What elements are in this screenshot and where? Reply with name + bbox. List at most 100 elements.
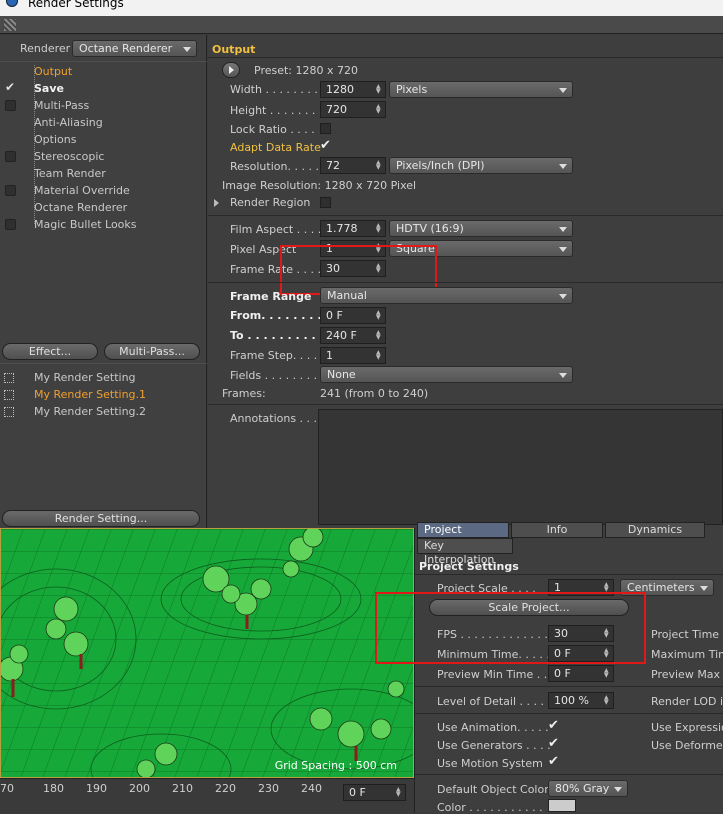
timeline-tick-label: 220 [215,782,236,795]
film-aspect-preset: HDTV (16:9) [396,222,464,235]
grip-handle-icon[interactable] [4,19,16,31]
tab-dynamics[interactable]: Dynamics [605,522,705,538]
effect-button[interactable]: Effect... [2,343,98,360]
render-setting-item[interactable]: My Render Setting [34,371,136,384]
timeline-tick-label: 70 [0,782,14,795]
tab-info[interactable]: Info [511,522,603,538]
spinner-icon[interactable]: ▲ ▼ [376,330,382,341]
height-label: Height . . . . . . . . [230,104,323,117]
film-aspect-field[interactable]: 1.778 ▲ ▼ [320,220,386,237]
current-frame-field[interactable]: 0 F ▲ ▼ [343,784,406,801]
spinner-icon[interactable]: ▲ ▼ [604,582,610,593]
spinner-icon[interactable]: ▲ ▼ [376,104,382,115]
render-setting-item[interactable]: My Render Setting.1 [34,388,146,401]
image-resolution-text: Image Resolution: 1280 x 720 Pixel [222,179,417,192]
enable-checkbox[interactable] [5,219,16,230]
use-motion-system-checkmark-icon[interactable]: ✔ [548,754,559,769]
divider [0,363,207,364]
render-setting-icon [4,407,14,417]
tab-project-settings[interactable]: Project Settings [417,522,509,550]
film-aspect-value: 1.778 [326,222,358,235]
width-unit-select[interactable]: Pixels [389,81,573,98]
preview-min-time-value: 0 F [554,667,571,680]
timeline-tick-label: 200 [129,782,150,795]
resolution-unit-value: Pixels/Inch (DPI) [396,159,485,172]
spinner-icon[interactable]: ▲ ▼ [376,350,382,361]
divider [415,574,723,575]
grid-spacing-label: Grid Spacing : 500 cm [274,759,397,772]
height-field[interactable]: 720 ▲ ▼ [320,101,386,118]
from-field[interactable]: 0 F ▲ ▼ [320,307,386,324]
use-animation-checkmark-icon[interactable]: ✔ [548,718,559,733]
tree-item[interactable]: Material Override [34,184,130,197]
chevron-down-icon [559,373,567,378]
divider [208,57,723,58]
spinner-icon[interactable]: ▲ ▼ [376,84,382,95]
tree-item[interactable]: Stereoscopic [34,150,104,163]
frame-range-select[interactable]: Manual [320,287,573,304]
preset-label: Preset: 1280 x 720 [254,64,358,77]
frames-label: Frames: [222,387,266,400]
viewport-scene [1,529,413,777]
divider [208,282,723,283]
default-object-color-select[interactable]: 80% Gray [548,780,628,797]
preset-play-button[interactable] [222,62,240,78]
tree-item[interactable]: Output [34,65,72,78]
spinner-icon[interactable]: ▲ ▼ [604,695,610,706]
to-label: To . . . . . . . . . . . [230,329,332,342]
render-setting-button[interactable]: Render Setting... [2,510,200,527]
maximum-time-label: Maximum Time [651,648,723,661]
tree-item[interactable]: Magic Bullet Looks [34,218,137,231]
frame-range-label: Frame Range [230,290,312,303]
tree-item[interactable]: Save [34,82,64,95]
resolution-unit-select[interactable]: Pixels/Inch (DPI) [389,157,573,174]
tree-item[interactable]: Anti-Aliasing [34,116,103,129]
3d-viewport[interactable]: Grid Spacing : 500 cm [0,528,414,778]
timeline-tick-label: 240 [301,782,322,795]
spinner-icon[interactable]: ▲ ▼ [604,668,610,679]
chevron-down-icon [559,164,567,169]
to-value: 240 F [326,329,357,342]
enable-checkbox[interactable] [5,151,16,162]
tree-item[interactable]: Octane Renderer [34,201,127,214]
spinner-icon[interactable]: ▲ ▼ [376,223,382,234]
frame-step-field[interactable]: 1 ▲ ▼ [320,347,386,364]
play-icon [229,66,234,74]
render-setting-item[interactable]: My Render Setting.2 [34,405,146,418]
color-swatch[interactable] [548,799,576,812]
divider [415,686,723,687]
render-region-checkbox[interactable] [320,197,331,208]
spinner-icon[interactable]: ▲ ▼ [396,787,402,798]
resolution-field[interactable]: 72 ▲ ▼ [320,157,386,174]
timeline-bar[interactable]: 70 180 190 200 210 220 230 240 0 F ▲ ▼ [0,778,414,813]
tree-item[interactable]: Multi-Pass [34,99,89,112]
multipass-button[interactable]: Multi-Pass... [104,343,200,360]
fields-select[interactable]: None [320,366,573,383]
spinner-icon[interactable]: ▲ ▼ [376,310,382,321]
lock-ratio-checkbox[interactable] [320,123,331,134]
preview-min-time-field[interactable]: 0 F ▲ ▼ [548,665,614,682]
width-field[interactable]: 1280 ▲ ▼ [320,81,386,98]
fields-label: Fields . . . . . . . . . [230,369,325,382]
tree-item[interactable]: Options [34,133,76,146]
divider [415,713,723,714]
fields-value: None [327,368,356,381]
to-field[interactable]: 240 F ▲ ▼ [320,327,386,344]
film-aspect-select[interactable]: HDTV (16:9) [389,220,573,237]
window-titlebar: Render Settings [0,0,723,16]
chevron-down-icon [183,47,191,52]
level-of-detail-field[interactable]: 100 % ▲ ▼ [548,692,614,709]
use-generators-checkmark-icon[interactable]: ✔ [548,736,559,751]
annotations-textarea[interactable] [318,409,723,525]
enable-checkbox[interactable] [5,185,16,196]
spinner-icon[interactable]: ▲ ▼ [376,160,382,171]
render-settings-sidebar: Renderer Octane Renderer Output Save ✔ Mult… [0,35,207,528]
expand-arrow-icon[interactable] [214,199,219,207]
tree-item[interactable]: Team Render [34,167,106,180]
cinema4d-logo-icon [6,0,18,7]
adapt-data-rate-checkmark-icon[interactable]: ✔ [320,138,331,153]
enable-checkbox[interactable] [5,100,16,111]
renderer-select[interactable]: Octane Renderer [72,40,197,57]
tab-key-interpolation[interactable]: Key Interpolation [417,538,513,566]
enabled-checkmark-icon[interactable]: ✔ [5,80,15,94]
